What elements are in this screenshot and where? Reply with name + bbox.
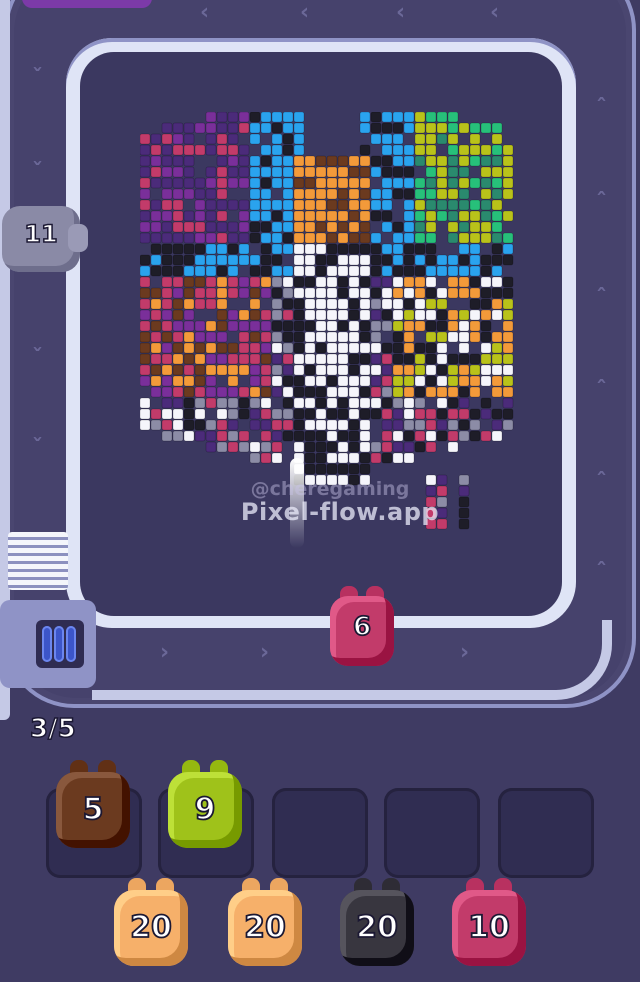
top-hud-bar (22, 0, 152, 8)
chevron-up-icon: ˆ (596, 96, 607, 121)
holding-slot[interactable] (272, 788, 368, 878)
shooter-spool (0, 600, 96, 688)
watermark-site: Pixel-flow.app (240, 498, 440, 526)
chevron-down-icon: ˇ (32, 436, 43, 461)
ramp (8, 532, 68, 590)
chevron-down-icon: ˇ (32, 160, 43, 185)
shooter-count: 9 (194, 791, 217, 828)
shooter-count: 20 (243, 909, 287, 946)
slot-shooter[interactable]: 9 (168, 760, 242, 850)
queue-shooter[interactable]: 20 (114, 878, 188, 968)
spool-disc (66, 626, 76, 662)
holding-slot[interactable] (498, 788, 594, 878)
chevron-down-icon: ˇ (32, 346, 43, 371)
chevron-left-icon: ‹ (200, 0, 210, 25)
spool-disc (54, 626, 64, 662)
shooter-count: 11 (24, 219, 59, 249)
pixel-art-image (140, 112, 514, 530)
shooter-count: 20 (129, 909, 173, 946)
chevron-left-icon: ‹ (396, 0, 406, 25)
chevron-up-icon: ˆ (596, 560, 607, 585)
watermark-handle: @cheregaming (250, 478, 410, 500)
chevron-up-icon: ˆ (596, 470, 607, 495)
chevron-left-icon: ‹ (300, 0, 310, 25)
holding-slot[interactable] (384, 788, 480, 878)
queue-counter: 3/5 (29, 713, 76, 745)
chevron-up-icon: ˆ (596, 190, 607, 215)
chevron-down-icon: ˇ (32, 66, 43, 91)
chevron-up-icon: ˆ (596, 378, 607, 403)
shooter-count: 5 (82, 791, 105, 828)
slot-shooter[interactable]: 5 (56, 760, 130, 850)
shooter-count: 20 (355, 909, 399, 946)
shooter-count: 10 (467, 909, 511, 946)
active-shooter[interactable]: 6 (330, 586, 394, 666)
chevron-up-icon: ˆ (596, 286, 607, 311)
queue-shooter[interactable]: 20 (340, 878, 414, 968)
queue-shooter[interactable]: 20 (228, 878, 302, 968)
spool-disc (42, 626, 52, 662)
chevron-left-icon: ‹ (490, 0, 500, 25)
waiting-shooter[interactable]: 11 (2, 200, 88, 278)
shooter-count: 6 (352, 611, 372, 643)
queue-shooter[interactable]: 10 (452, 878, 526, 968)
